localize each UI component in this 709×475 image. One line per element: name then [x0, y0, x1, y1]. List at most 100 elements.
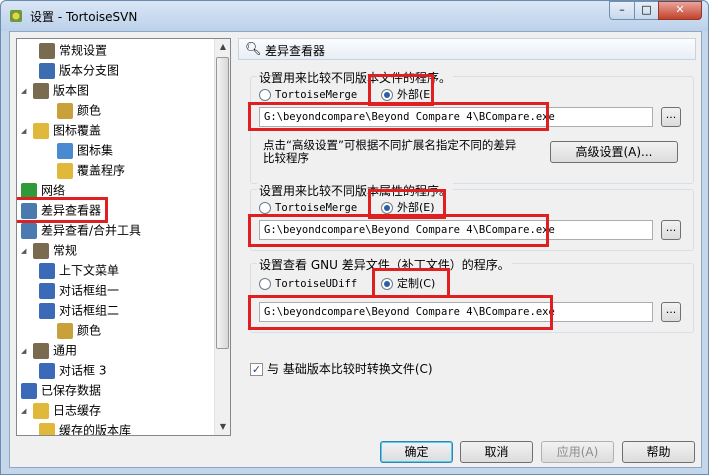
advanced-settings-button[interactable]: 高级设置(A)... [550, 141, 678, 163]
tree-item[interactable]: 对话框组一 [39, 280, 119, 300]
globe-icon [21, 182, 37, 199]
diff-program-path-field[interactable]: G:\beyondcompare\Beyond Compare 4\BCompa… [259, 107, 653, 127]
radio-dot[interactable] [259, 202, 271, 214]
expand-toggle-icon[interactable]: ◢ [21, 121, 33, 141]
tortoisesvn-icon [10, 10, 22, 22]
tree-item[interactable]: 差异查看器 [17, 197, 109, 223]
tree-item[interactable]: ◢ 版本图 [21, 80, 89, 100]
radio-dot[interactable] [381, 202, 393, 214]
wrench-icon [33, 342, 49, 359]
dialogs-icon [39, 302, 55, 319]
tree-item[interactable]: ◢ 日志缓存 [21, 400, 101, 420]
tree-scrollbar[interactable]: ▲ ▼ [214, 39, 230, 435]
checkbox-box[interactable]: ✓ [250, 363, 263, 376]
expand-toggle-icon[interactable]: ◢ [21, 341, 33, 361]
tree-item-label: 缓存的版本库 [59, 423, 132, 436]
browse-button[interactable]: ... [661, 302, 681, 322]
dialogs-icon [39, 362, 55, 379]
tree-item[interactable]: 对话框 3 [39, 360, 106, 380]
tree-item[interactable]: 图标集 [57, 140, 113, 160]
palette-icon [57, 102, 73, 119]
settings-tree: 常规设置版本分支图 ◢ 版本图颜色 ◢ 图标覆盖图标集覆盖程序 网络差异查看器差异查看/合… [16, 38, 231, 436]
tree-item[interactable]: ◢ 图标覆盖 [21, 120, 101, 140]
tree-item-label: 差异查看/合并工具 [41, 223, 142, 238]
database-icon [39, 422, 55, 435]
tree-item[interactable]: 网络 [21, 180, 65, 200]
radio-dot[interactable] [381, 89, 393, 101]
group-title: 设置查看 GNU 差异文件（补丁文件）的程序。 [257, 256, 512, 273]
tree-item[interactable]: 覆盖程序 [57, 160, 125, 180]
radio-dot[interactable] [381, 278, 393, 290]
magnifier-icon [21, 202, 37, 219]
tree-item-label: 版本图 [53, 83, 90, 98]
group-title: 设置用来比较不同版本属性的程序。 [257, 182, 454, 199]
tree-item[interactable]: 颜色 [57, 100, 101, 120]
scroll-down-icon[interactable]: ▼ [215, 419, 230, 435]
tree-item[interactable]: 颜色 [57, 320, 101, 340]
minimize-button[interactable]: – [609, 1, 635, 20]
tree-item[interactable]: 版本分支图 [39, 60, 119, 80]
radio-custom-udiff[interactable]: 定制(C) [381, 276, 435, 292]
radio-tortoisemerge-files[interactable]: TortoiseMerge [259, 87, 357, 103]
cancel-button[interactable]: 取消 [460, 441, 533, 463]
branch-graph-icon [39, 62, 55, 79]
udiff-group: 设置查看 GNU 差异文件（补丁文件）的程序。 TortoiseUDiff 定制… [250, 256, 694, 333]
tree-item-label: 图标覆盖 [53, 123, 102, 138]
dialog-client: 常规设置版本分支图 ◢ 版本图颜色 ◢ 图标覆盖图标集覆盖程序 网络差异查看器差异查看/合… [9, 31, 702, 468]
merge-tool-icon [21, 222, 37, 239]
tree-item-label: 对话框 3 [59, 363, 107, 378]
property-diff-path-field[interactable]: G:\beyondcompare\Beyond Compare 4\BCompa… [259, 220, 653, 240]
magnifier-icon: 🔍︎ [245, 42, 262, 57]
tree-item-label: 颜色 [77, 323, 102, 338]
expand-toggle-icon[interactable]: ◢ [21, 81, 33, 101]
wrench-icon [33, 242, 49, 259]
tree-item[interactable]: 常规设置 [39, 40, 107, 60]
apply-button[interactable]: 应用(A) [541, 441, 614, 463]
tree-item-label: 通用 [53, 343, 78, 358]
radio-tortoisemerge-props[interactable]: TortoiseMerge [259, 200, 357, 216]
tree-item[interactable]: 上下文菜单 [39, 260, 119, 280]
maximize-button[interactable]: □ [634, 1, 659, 20]
gear-icon [21, 382, 37, 399]
help-button[interactable]: 帮助 [622, 441, 695, 463]
tree-item-label: 图标集 [77, 143, 114, 158]
settings-window: 设置 - TortoiseSVN – □ ✕ 常规设置版本分支图 ◢ 版本图颜色 ◢ 图… [0, 0, 709, 475]
radio-dot[interactable] [259, 89, 271, 101]
close-button[interactable]: ✕ [658, 1, 702, 20]
radio-tortoiseudiff[interactable]: TortoiseUDiff [259, 276, 357, 292]
tree-item[interactable]: 缓存的版本库 [39, 420, 132, 436]
tree-item[interactable]: ◢ 通用 [21, 340, 77, 360]
wrench-icon [33, 82, 49, 99]
browse-button[interactable]: ... [661, 220, 681, 240]
group-title: 设置用来比较不同版本文件的程序。 [257, 69, 454, 86]
radio-external-files[interactable]: 外部(E) [381, 87, 435, 103]
scroll-thumb[interactable] [216, 57, 229, 349]
expand-toggle-icon[interactable]: ◢ [21, 241, 33, 261]
window-title: 设置 - TortoiseSVN [30, 10, 138, 24]
tree-item-label: 日志缓存 [53, 403, 102, 418]
tree-item[interactable]: ◢ 常规 [21, 240, 77, 260]
tree-item[interactable]: 已保存数据 [21, 380, 101, 400]
tree-item[interactable]: 对话框组二 [39, 300, 119, 320]
radio-dot[interactable] [259, 278, 271, 290]
dialogs-icon [39, 282, 55, 299]
browse-button[interactable]: ... [661, 107, 681, 127]
udiff-path-field[interactable]: G:\beyondcompare\Beyond Compare 4\BCompa… [259, 302, 653, 322]
title-bar[interactable]: 设置 - TortoiseSVN – □ ✕ [1, 1, 708, 31]
expand-toggle-icon[interactable]: ◢ [21, 401, 33, 421]
radio-external-props[interactable]: 外部(E) [381, 200, 435, 216]
scroll-up-icon[interactable]: ▲ [215, 39, 230, 55]
panel-header: 🔍︎ 差异查看器 [238, 38, 696, 60]
tree-item-label: 差异查看器 [41, 203, 102, 218]
diff-program-group: 设置用来比较不同版本文件的程序。 TortoiseMerge 外部(E) G:\… [250, 69, 694, 184]
tree-item[interactable]: 差异查看/合并工具 [21, 220, 141, 240]
tree-item-label: 对话框组二 [59, 303, 120, 318]
icon-set-icon [57, 142, 73, 159]
tree-item-label: 上下文菜单 [59, 263, 120, 278]
convert-files-checkbox[interactable]: ✓ 与 基础版本比较时转换文件(C) [250, 361, 433, 377]
tree-item-label: 常规设置 [59, 43, 108, 58]
ok-button[interactable]: 确定 [380, 441, 453, 463]
overlay-handler-icon [57, 162, 73, 179]
property-diff-group: 设置用来比较不同版本属性的程序。 TortoiseMerge 外部(E) G:\… [250, 182, 694, 251]
palette-icon [57, 322, 73, 339]
